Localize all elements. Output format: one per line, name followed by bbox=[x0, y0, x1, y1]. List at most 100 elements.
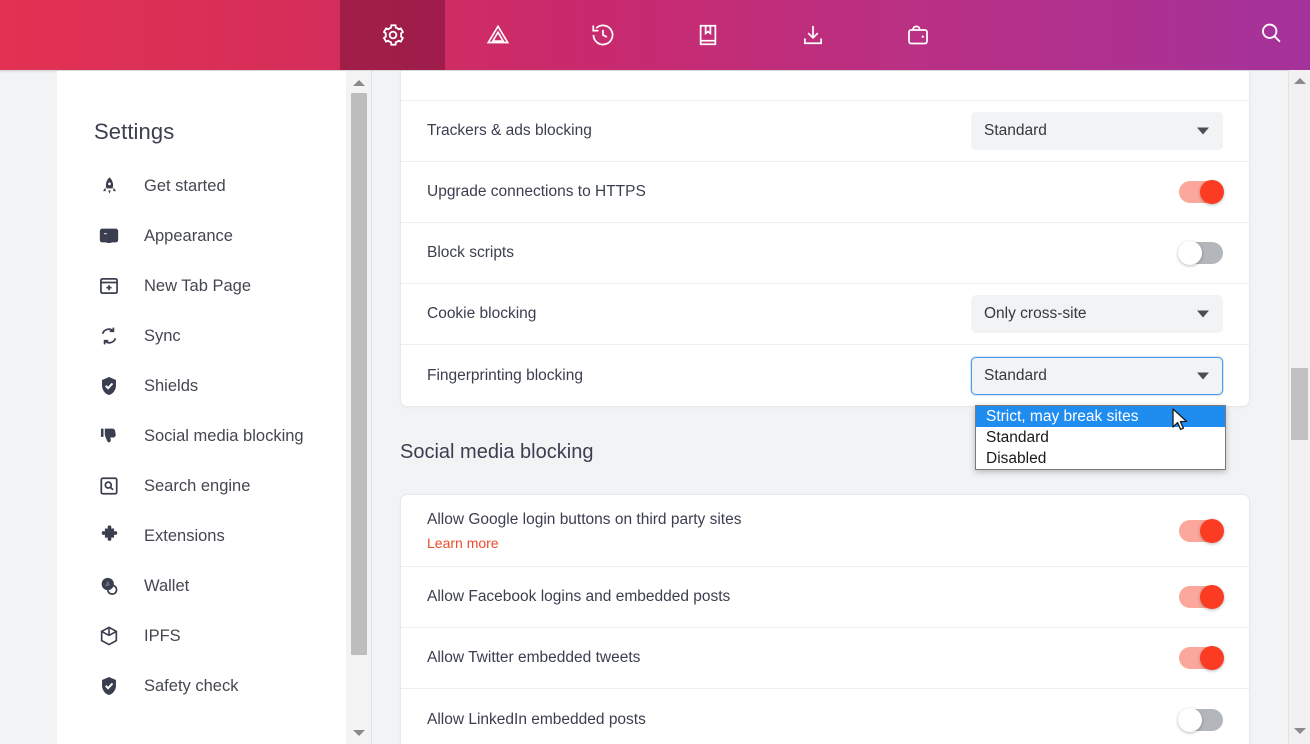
settings-sidebar: Settings Get started Appearance New Tab … bbox=[57, 71, 346, 744]
dropdown-option-strict[interactable]: Strict, may break sites bbox=[976, 406, 1225, 427]
select-value: Standard bbox=[984, 122, 1047, 139]
scroll-up-arrow-icon[interactable] bbox=[1289, 72, 1310, 90]
sidebar-item-label: Extensions bbox=[144, 526, 225, 545]
shield-check-icon bbox=[96, 673, 122, 699]
toolbar-wallet-button[interactable] bbox=[865, 0, 970, 70]
fingerprinting-blocking-select[interactable]: Standard bbox=[971, 356, 1223, 395]
sync-icon bbox=[96, 323, 122, 349]
cookie-blocking-select[interactable]: Only cross-site bbox=[971, 295, 1223, 333]
toolbar-history-button[interactable] bbox=[550, 0, 655, 70]
learn-more-link[interactable]: Learn more bbox=[427, 535, 741, 551]
sidebar-item-ipfs[interactable]: IPFS bbox=[57, 611, 346, 661]
setting-label: Upgrade connections to HTTPS bbox=[427, 183, 646, 200]
sidebar-item-search-engine[interactable]: Search engine bbox=[57, 461, 346, 511]
rocket-icon bbox=[96, 173, 122, 199]
setting-row-facebook-logins: Allow Facebook logins and embedded posts bbox=[401, 567, 1249, 628]
history-clock-icon bbox=[590, 22, 616, 48]
select-value: Standard bbox=[984, 366, 1047, 384]
sidebar-item-appearance[interactable]: Appearance bbox=[57, 211, 346, 261]
scroll-down-arrow-icon[interactable] bbox=[346, 724, 372, 741]
setting-row-linkedin-posts: Allow LinkedIn embedded posts bbox=[401, 689, 1249, 744]
wallet-icon bbox=[905, 22, 931, 48]
twitter-tweets-toggle[interactable] bbox=[1179, 646, 1224, 670]
wallet-coin-icon bbox=[96, 573, 122, 599]
setting-row-block-scripts: Block scripts bbox=[401, 223, 1249, 284]
sidebar-item-wallet[interactable]: Wallet bbox=[57, 561, 346, 611]
sidebar-item-sync[interactable]: Sync bbox=[57, 311, 346, 361]
dropdown-option-disabled[interactable]: Disabled bbox=[976, 448, 1225, 469]
puzzle-icon bbox=[96, 523, 122, 549]
setting-row-fingerprinting-blocking: Fingerprinting blocking Standard bbox=[401, 345, 1249, 406]
toolbar-left-spacer bbox=[0, 0, 340, 70]
trackers-ads-blocking-select[interactable]: Standard bbox=[971, 112, 1223, 150]
gear-icon bbox=[380, 22, 406, 48]
setting-label: Allow Facebook logins and embedded posts bbox=[427, 588, 731, 605]
sidebar-item-label: Search engine bbox=[144, 476, 251, 495]
dropdown-option-standard[interactable]: Standard bbox=[976, 427, 1225, 448]
setting-label-group: Allow Google login buttons on third part… bbox=[427, 511, 741, 551]
fingerprinting-blocking-dropdown-popup[interactable]: Strict, may break sites Standard Disable… bbox=[975, 405, 1226, 470]
setting-label: Block scripts bbox=[427, 244, 514, 261]
setting-row-trackers-ads-blocking: Trackers & ads blocking Standard bbox=[401, 101, 1249, 162]
toggle-knob bbox=[1200, 585, 1224, 609]
sidebar-scrollbar-thumb[interactable] bbox=[351, 93, 367, 655]
search-box-icon bbox=[96, 473, 122, 499]
shields-settings-card: Trackers & ads blocking Standard Upgrade… bbox=[400, 71, 1250, 407]
toolbar-bookmarks-button[interactable] bbox=[655, 0, 760, 70]
setting-label: Trackers & ads blocking bbox=[427, 122, 592, 139]
thumbs-down-icon bbox=[96, 423, 122, 449]
sidebar-item-new-tab-page[interactable]: New Tab Page bbox=[57, 261, 346, 311]
setting-row-cookie-blocking: Cookie blocking Only cross-site bbox=[401, 284, 1249, 345]
sidebar-item-label: Sync bbox=[144, 326, 181, 345]
cube-icon bbox=[96, 623, 122, 649]
sidebar-item-label: New Tab Page bbox=[144, 276, 252, 295]
shield-check-icon bbox=[96, 373, 122, 399]
toggle-knob bbox=[1178, 241, 1202, 265]
page-title: Settings bbox=[94, 119, 175, 144]
section-heading-social-media-blocking: Social media blocking bbox=[400, 441, 594, 463]
sidebar-item-safety-check[interactable]: Safety check bbox=[57, 661, 346, 711]
setting-label: Allow LinkedIn embedded posts bbox=[427, 710, 646, 728]
search-icon bbox=[1258, 20, 1284, 51]
setting-label: Allow Twitter embedded tweets bbox=[427, 649, 641, 666]
sidebar-item-label: Wallet bbox=[144, 576, 190, 595]
setting-row-twitter-tweets: Allow Twitter embedded tweets bbox=[401, 628, 1249, 689]
setting-row-upgrade-https: Upgrade connections to HTTPS bbox=[401, 162, 1249, 223]
sidebar-item-label: Get started bbox=[144, 176, 226, 195]
scroll-up-arrow-icon[interactable] bbox=[346, 74, 372, 91]
toolbar-shields-button[interactable] bbox=[445, 0, 550, 70]
brave-shields-triangle-icon bbox=[485, 22, 511, 48]
sidebar-nav: Get started Appearance New Tab Page Sync… bbox=[57, 161, 346, 711]
toolbar-settings-button[interactable] bbox=[340, 0, 445, 70]
window-scrollbar-thumb[interactable] bbox=[1291, 368, 1308, 440]
toggle-knob bbox=[1178, 707, 1202, 732]
upgrade-https-toggle[interactable] bbox=[1179, 180, 1224, 204]
sidebar-item-label: Shields bbox=[144, 376, 199, 395]
sidebar-item-social-media-blocking[interactable]: Social media blocking bbox=[57, 411, 346, 461]
sidebar-item-label: Social media blocking bbox=[144, 426, 304, 445]
chevron-down-icon bbox=[1197, 372, 1209, 379]
block-scripts-toggle[interactable] bbox=[1178, 241, 1223, 265]
toolbar-search-button[interactable] bbox=[1232, 0, 1310, 70]
chevron-down-icon bbox=[1197, 310, 1209, 318]
sidebar-item-get-started[interactable]: Get started bbox=[57, 161, 346, 211]
setting-row-partial-top bbox=[401, 71, 1249, 101]
setting-label: Fingerprinting blocking bbox=[427, 366, 583, 384]
toolbar-downloads-button[interactable] bbox=[760, 0, 865, 70]
window-scrollbar[interactable] bbox=[1288, 70, 1310, 744]
linkedin-posts-toggle[interactable] bbox=[1178, 707, 1223, 732]
chevron-down-icon bbox=[1197, 127, 1209, 135]
sidebar-item-extensions[interactable]: Extensions bbox=[57, 511, 346, 561]
bookmarks-book-icon bbox=[695, 22, 721, 48]
social-media-blocking-card: Allow Google login buttons on third part… bbox=[400, 494, 1250, 744]
toggle-knob bbox=[1200, 518, 1224, 543]
sidebar-scrollbar[interactable] bbox=[346, 71, 372, 744]
sidebar-item-shields[interactable]: Shields bbox=[57, 361, 346, 411]
toggle-knob bbox=[1200, 646, 1224, 670]
scroll-down-arrow-icon[interactable] bbox=[1289, 722, 1310, 740]
facebook-logins-toggle[interactable] bbox=[1179, 585, 1224, 609]
sidebar-item-label: IPFS bbox=[144, 626, 181, 645]
download-arrow-icon bbox=[800, 22, 826, 48]
sidebar-item-label: Safety check bbox=[144, 676, 239, 695]
google-login-toggle[interactable] bbox=[1179, 518, 1224, 543]
